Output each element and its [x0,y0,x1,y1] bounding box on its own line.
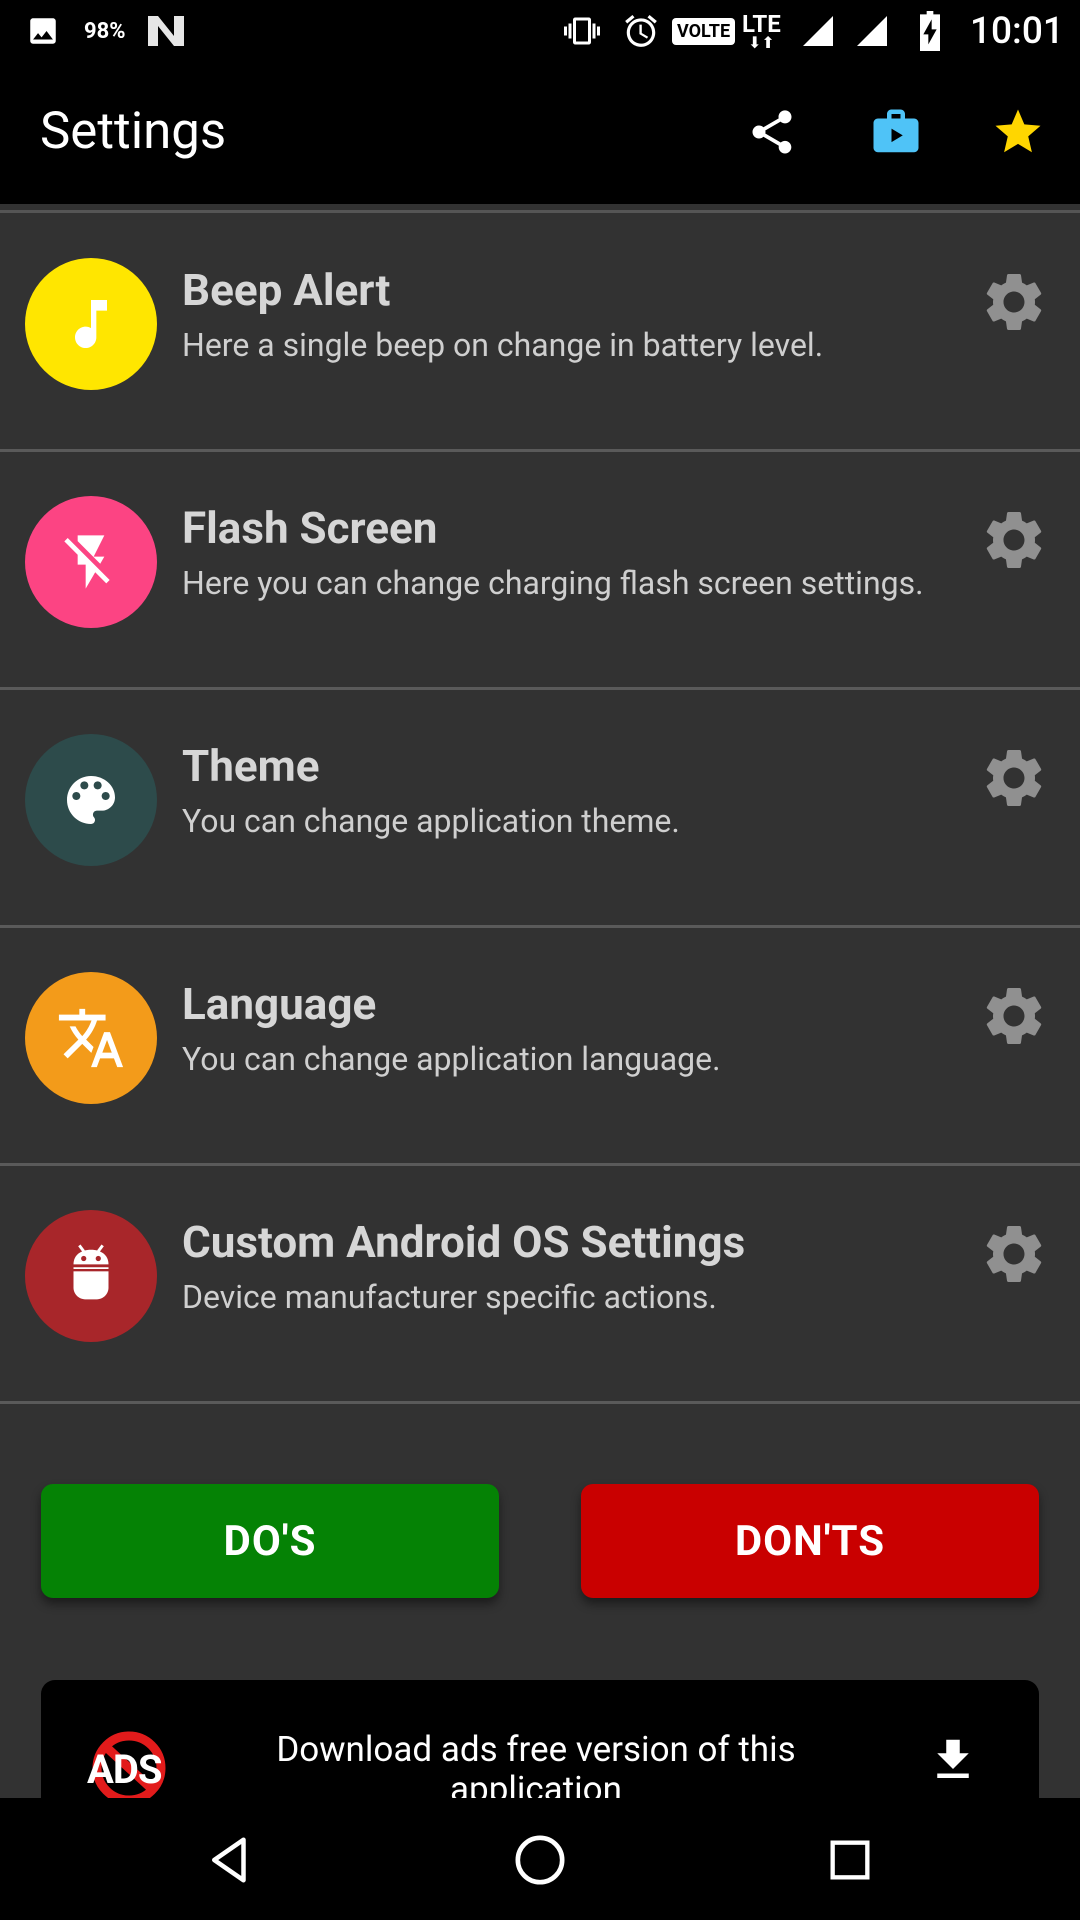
language-icon-circle [25,972,157,1104]
gear-icon [986,512,1042,568]
home-button[interactable] [508,1828,572,1892]
divider [0,1401,1080,1404]
back-triangle-icon [212,1837,246,1883]
language-settings-button[interactable] [978,980,1050,1052]
clock: 10:01 [970,9,1064,53]
setting-title: Theme [182,740,320,792]
setting-title: Language [182,978,377,1030]
back-button[interactable] [198,1828,262,1892]
status-bar: 98% VOLTE LTE ⬇⬆ 10:01 [0,0,1080,62]
download-button[interactable] [921,1728,985,1792]
theme-settings-button[interactable] [978,742,1050,814]
setting-description: You can change application language. [182,1040,721,1078]
download-icon [937,1739,969,1778]
navigation-bar [0,1798,1080,1920]
dos-button[interactable]: DO'S [41,1484,499,1598]
app-bar: Settings [0,62,1080,204]
custom-android-icon-circle [25,1210,157,1342]
home-circle-icon [515,1835,565,1885]
flash-off-icon [64,535,110,589]
recents-button[interactable] [818,1828,882,1892]
vibrate-icon [560,0,604,62]
setting-title: Custom Android OS Settings [182,1216,746,1268]
theme-icon-circle [25,734,157,866]
lte-indicator: LTE ⬇⬆ [742,10,781,52]
star-icon [995,109,1041,153]
setting-row-flash-screen[interactable]: Flash Screen Here you can change chargin… [0,452,1080,690]
recents-square-icon [830,1840,870,1880]
no-ads-logo-text: ADS [87,1746,162,1793]
share-icon [752,110,792,154]
n-logo-icon [146,0,186,62]
gallery-notification-icon [26,0,60,62]
share-button[interactable] [740,100,804,164]
flash-screen-settings-button[interactable] [978,504,1050,576]
battery-percent-notification: 98% [84,18,126,44]
signal-icon-2 [854,0,890,62]
beep-alert-icon-circle [25,258,157,390]
setting-row-theme[interactable]: Theme You can change application theme. [0,690,1080,928]
settings-list: Beep Alert Here a single beep on change … [0,204,1080,1798]
setting-title: Flash Screen [182,502,438,554]
setting-row-language[interactable]: Language You can change application lang… [0,928,1080,1166]
setting-description: Device manufacturer specific actions. [182,1278,717,1316]
beep-alert-settings-button[interactable] [978,266,1050,338]
rate-button[interactable] [986,100,1050,164]
page-title: Settings [40,102,227,161]
ads-free-text: Download ads free version of this applic… [276,1729,796,1799]
android-icon [73,1244,109,1300]
setting-description: You can change application theme. [182,802,680,840]
flash-screen-icon-circle [25,496,157,628]
gear-icon [986,274,1042,330]
gear-icon [986,750,1042,806]
gear-icon [986,1226,1042,1282]
translate-icon [58,1008,124,1068]
signal-icon-1 [800,0,836,62]
gear-icon [986,988,1042,1044]
no-ads-logo: ADS [83,1728,175,1798]
donts-button[interactable]: DON'TS [581,1484,1039,1598]
battery-charging-icon [916,0,944,62]
alarm-icon [622,0,660,62]
setting-row-custom-android-os[interactable]: Custom Android OS Settings Device manufa… [0,1166,1080,1404]
palette-icon [67,776,115,824]
setting-title: Beep Alert [182,264,391,316]
music-note-icon [75,300,107,348]
custom-android-settings-button[interactable] [978,1218,1050,1290]
play-store-bag-icon [873,109,919,153]
volte-badge: VOLTE [672,0,736,62]
setting-row-beep-alert[interactable]: Beep Alert Here a single beep on change … [0,214,1080,452]
play-store-button[interactable] [864,100,928,164]
setting-description: Here a single beep on change in battery … [182,326,824,364]
ads-free-banner[interactable]: ADS Download ads free version of this ap… [41,1680,1039,1798]
divider [0,210,1080,213]
setting-description: Here you can change charging flash scree… [182,564,924,602]
